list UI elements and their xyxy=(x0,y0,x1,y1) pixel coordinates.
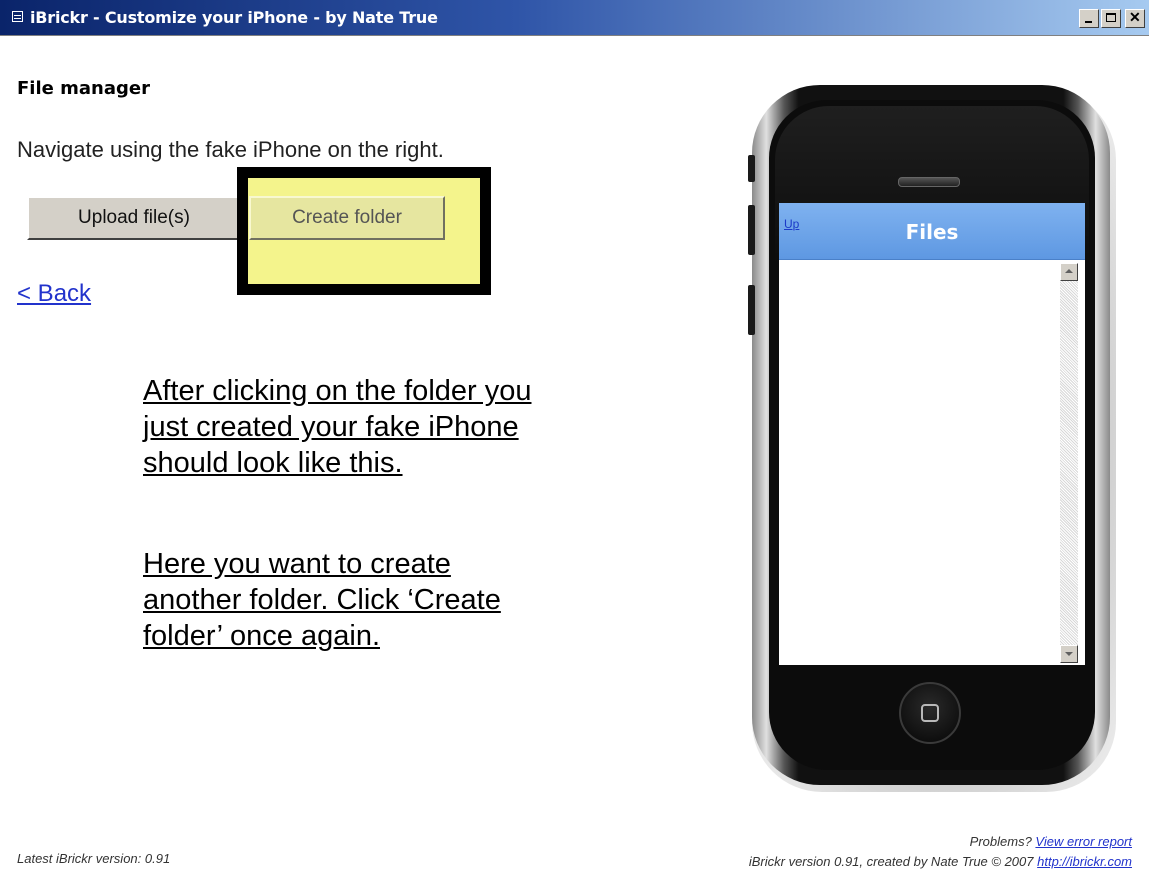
close-button[interactable] xyxy=(1125,9,1145,28)
instruction-text: Navigate using the fake iPhone on the ri… xyxy=(17,137,444,162)
annotation-note-2: Here you want to create another folder. … xyxy=(143,548,501,652)
latest-version-text: Latest iBrickr version: 0.91 xyxy=(17,851,171,866)
scroll-up-arrow-icon[interactable] xyxy=(1060,263,1078,281)
view-error-report-link[interactable]: View error report xyxy=(1035,834,1132,849)
annotation-note-1: After clicking on the folder you just cr… xyxy=(143,375,532,479)
minimize-button[interactable] xyxy=(1079,9,1099,28)
home-square-icon xyxy=(921,704,939,722)
credit-line: iBrickr version 0.91, created by Nate Tr… xyxy=(749,854,1132,869)
maximize-button[interactable] xyxy=(1101,9,1121,28)
phone-volume-down xyxy=(748,285,755,335)
phone-nav-title: Files xyxy=(905,220,959,244)
phone-volume-up xyxy=(748,205,755,255)
credit-text: iBrickr version 0.91, created by Nate Tr… xyxy=(748,854,1034,869)
phone-screen: Up Files xyxy=(779,203,1085,665)
window-menu-icon[interactable] xyxy=(12,11,23,22)
phone-earpiece xyxy=(898,177,960,187)
window-title: iBrickr - Customize your iPhone - by Nat… xyxy=(30,8,438,27)
site-link[interactable]: http://ibrickr.com xyxy=(1037,854,1132,869)
phone-file-list[interactable] xyxy=(779,260,1061,665)
phone-navbar: Up Files xyxy=(779,203,1085,260)
phone-mute-switch xyxy=(748,155,755,182)
phone-home-button[interactable] xyxy=(899,682,961,744)
window-titlebar[interactable]: iBrickr - Customize your iPhone - by Nat… xyxy=(0,0,1149,36)
problems-label: Problems? xyxy=(969,834,1032,849)
scroll-down-arrow-icon[interactable] xyxy=(1060,645,1078,663)
create-folder-button[interactable]: Create folder xyxy=(249,196,445,240)
problems-line: Problems? View error report xyxy=(970,834,1132,849)
page-title: File manager xyxy=(17,78,150,99)
upload-files-button[interactable]: Upload file(s) xyxy=(27,196,241,240)
back-link[interactable]: < Back xyxy=(17,280,91,308)
phone-scrollbar[interactable] xyxy=(1060,263,1078,663)
